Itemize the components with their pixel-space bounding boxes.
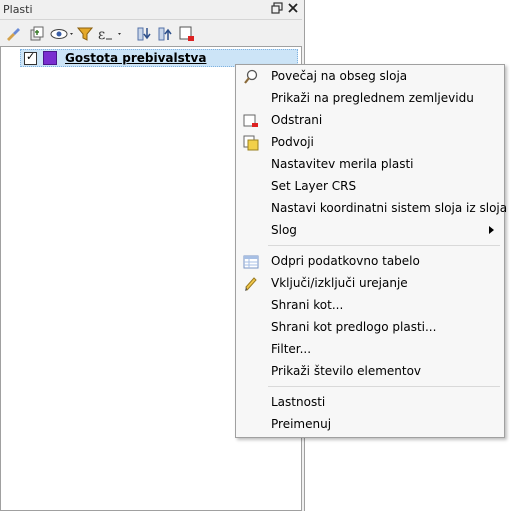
menu-item-show-feature-count[interactable]: Prikaži število elementov <box>236 361 504 383</box>
menu-item-label: Vključi/izključi urejanje <box>271 276 408 290</box>
pencil-icon <box>243 276 259 292</box>
menu-item-set-project-crs-from-layer[interactable]: Nastavi koordinatni sistem sloja iz sloj… <box>236 198 508 220</box>
layer-color-swatch <box>43 51 57 65</box>
menu-item-filter[interactable]: Filter... <box>236 339 504 361</box>
menu-item-label: Filter... <box>271 342 312 356</box>
menu-item-open-attribute-table[interactable]: Odpri podatkovno tabelo <box>236 251 504 273</box>
add-group-icon[interactable] <box>28 25 46 43</box>
zoom-icon <box>243 69 259 85</box>
menu-item-label: Nastavi koordinatni sistem sloja iz sloj… <box>271 201 508 215</box>
menu-item-label: Odpri podatkovno tabelo <box>271 254 420 268</box>
table-icon <box>243 254 259 270</box>
menu-item-label: Podvoji <box>271 135 314 149</box>
menu-item-rename[interactable]: Preimenuj <box>236 414 504 436</box>
context-menu: Povečaj na obseg sloja Prikaži na pregle… <box>235 64 508 438</box>
menu-item-label: Povečaj na obseg sloja <box>271 69 408 83</box>
duplicate-icon <box>243 135 259 151</box>
layer-visibility-checkbox[interactable]: ✓ <box>24 50 37 65</box>
menu-item-properties[interactable]: Lastnosti <box>236 392 504 414</box>
menu-item-remove[interactable]: Odstrani <box>236 110 504 132</box>
menu-item-label: Slog <box>271 223 297 237</box>
menu-item-style[interactable]: Slog <box>236 220 504 242</box>
layer-name: Gostota prebivalstva <box>65 51 207 65</box>
menu-item-label: Shrani kot predlogo plasti... <box>271 320 437 334</box>
submenu-arrow-icon <box>489 226 494 234</box>
menu-item-label: Nastavitev merila plasti <box>271 157 414 171</box>
menu-item-label: Preimenuj <box>271 417 332 431</box>
remove-icon <box>243 113 259 129</box>
menu-item-label: Set Layer CRS <box>271 179 357 193</box>
filter-icon[interactable] <box>76 25 94 43</box>
menu-item-show-in-overview[interactable]: Prikaži na preglednem zemljevidu <box>236 88 504 110</box>
menu-item-zoom-to-layer[interactable]: Povečaj na obseg sloja <box>236 66 504 88</box>
menu-separator <box>268 386 500 387</box>
panel-toolbar: ε <box>0 20 302 46</box>
menu-item-save-as[interactable]: Shrani kot... <box>236 295 504 317</box>
menu-item-save-as-layer-definition[interactable]: Shrani kot predlogo plasti... <box>236 317 504 339</box>
menu-item-label: Prikaži število elementov <box>271 364 422 378</box>
svg-text:ε: ε <box>98 27 105 43</box>
menu-item-label: Lastnosti <box>271 395 326 409</box>
expand-all-icon[interactable] <box>135 25 153 43</box>
panel-titlebar: Plasti <box>0 0 302 20</box>
menu-item-label: Prikaži na preglednem zemljevidu <box>271 91 474 105</box>
menu-item-set-scale-visibility[interactable]: Nastavitev merila plasti <box>236 154 504 176</box>
menu-item-duplicate[interactable]: Podvoji <box>236 132 504 154</box>
close-icon[interactable] <box>286 2 300 16</box>
menu-item-set-layer-crs[interactable]: Set Layer CRS <box>236 176 504 198</box>
remove-layer-icon[interactable] <box>178 25 196 43</box>
menu-separator <box>268 245 500 246</box>
expression-icon[interactable]: ε <box>96 25 126 43</box>
menu-item-toggle-editing[interactable]: Vključi/izključi urejanje <box>236 273 504 295</box>
menu-item-label: Shrani kot... <box>271 298 344 312</box>
check-icon: ✓ <box>26 50 36 63</box>
panel-title: Plasti <box>3 3 33 16</box>
float-icon[interactable] <box>270 2 284 16</box>
menu-item-label: Odstrani <box>271 113 323 127</box>
eye-icon[interactable] <box>50 25 76 43</box>
collapse-all-icon[interactable] <box>156 25 174 43</box>
brush-icon[interactable] <box>4 25 22 43</box>
